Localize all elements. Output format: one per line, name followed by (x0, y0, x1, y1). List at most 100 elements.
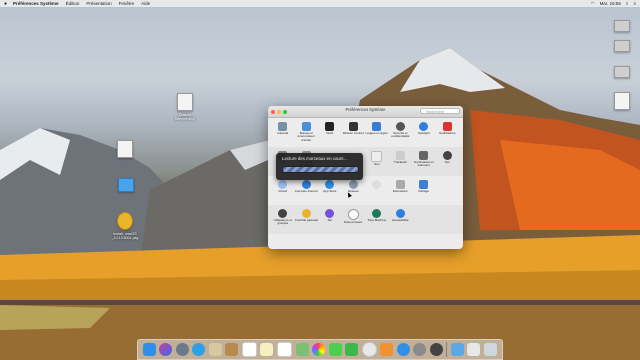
pref-label: Imprimantes et scanners (413, 160, 434, 168)
prefs-section-4: Utilisateurs et groupes Contrôle parenta… (268, 205, 463, 234)
pref-label: Accessibilité (391, 218, 409, 222)
ibooks-icon[interactable] (380, 343, 394, 356)
at-icon (301, 180, 311, 189)
pref-label: Dock (326, 131, 334, 135)
desktop-icon (301, 122, 311, 131)
prefs-section-3: iCloud Comptes Internet App Store Réseau… (268, 176, 463, 205)
safari-icon[interactable] (192, 343, 206, 356)
house-lock-icon (395, 122, 405, 131)
pref-label: Partage (418, 189, 429, 193)
app-store-icon[interactable] (396, 343, 410, 356)
document-icon (177, 93, 193, 111)
pref-date-time[interactable]: Date et heure (342, 207, 366, 232)
clock-icon (347, 209, 359, 220)
pref-spotlight[interactable]: Spotlight (412, 120, 436, 145)
notes-icon[interactable] (260, 343, 274, 356)
downloads-icon[interactable] (467, 343, 481, 356)
pref-app-store[interactable]: App Store (318, 178, 342, 203)
pref-internet-accounts[interactable]: Comptes Internet (295, 178, 319, 203)
pref-label: Date et heure (344, 220, 363, 224)
globe-icon (348, 180, 358, 189)
pref-label: Mission Control (342, 131, 364, 135)
general-icon (278, 122, 288, 131)
pref-trackpad[interactable]: Trackpad (389, 149, 413, 174)
utility-icon[interactable] (429, 343, 443, 356)
pref-language[interactable]: Langue et région (365, 120, 389, 145)
desktop-doc-right[interactable] (602, 92, 640, 110)
menu-window[interactable]: Fenêtre (119, 1, 135, 6)
pref-label: Son (444, 160, 450, 164)
desktop-file-doc[interactable] (105, 140, 145, 158)
menu-view[interactable]: Présentation (86, 1, 111, 6)
pref-parental[interactable]: Contrôle parental (295, 207, 319, 232)
pref-label: Comptes Internet (294, 189, 318, 193)
dock-separator (446, 342, 448, 357)
window-titlebar[interactable]: Préférences Système Rechercher (268, 106, 463, 118)
desktop-disk-3[interactable] (602, 66, 640, 78)
siri-icon (325, 209, 335, 218)
menu-help[interactable]: Aide (141, 1, 150, 6)
menu-bar: ● Préférences Système Édition Présentati… (0, 0, 640, 7)
pref-general[interactable]: Général (271, 120, 295, 145)
launchpad-icon[interactable] (175, 343, 189, 356)
desktop-file-dmg[interactable]: Dossier Décrypt.dmg (165, 93, 205, 121)
pref-users[interactable]: Utilisateurs et groupes (271, 207, 295, 232)
pref-accessibility[interactable]: Accessibilité (389, 207, 413, 232)
mail-icon[interactable] (208, 343, 222, 356)
menu-edit[interactable]: Édition (66, 1, 80, 6)
pref-desktop[interactable]: Bureau et économiseur d'écran (295, 120, 319, 145)
pref-sharing[interactable]: Partage (412, 178, 436, 203)
pref-network[interactable]: Réseau (342, 178, 366, 203)
pref-mission-control[interactable]: Mission Control (342, 120, 366, 145)
dock (137, 339, 503, 360)
list-icon[interactable]: ≡ (633, 1, 636, 6)
contacts-icon[interactable] (225, 343, 239, 356)
siri-icon[interactable] (159, 343, 173, 356)
pref-sound-2[interactable]: Son (436, 149, 460, 174)
notifications-icon (442, 122, 452, 131)
disk-icon (614, 40, 630, 52)
disk-icon (614, 66, 630, 78)
desktop-folder[interactable] (106, 178, 146, 192)
pref-label: Utilisateurs et groupes (273, 218, 292, 226)
pref-notifications[interactable]: Notifications (436, 120, 460, 145)
apple-menu-icon[interactable]: ● (4, 1, 7, 7)
pref-time-machine[interactable]: Time Machine (365, 207, 389, 232)
pref-label: Sécurité et confidentialité (391, 131, 410, 139)
search-field[interactable]: Rechercher (420, 108, 460, 114)
pref-siri[interactable]: Siri (318, 207, 342, 232)
speaker-icon (442, 151, 452, 160)
pref-label: Extensions (392, 189, 408, 193)
pref-bluetooth[interactable] (365, 178, 389, 203)
facetime-icon[interactable] (345, 343, 359, 356)
folder-icon (118, 178, 134, 192)
pref-extensions[interactable]: Extensions (389, 178, 413, 203)
pref-label: Bureau et économiseur d'écran (297, 131, 315, 142)
package-icon (117, 212, 133, 230)
pref-icloud[interactable]: iCloud (271, 178, 295, 203)
search-icon[interactable]: ⌕ (626, 1, 629, 6)
reminders-icon[interactable] (277, 342, 293, 357)
pref-label: Spotlight (417, 131, 430, 135)
system-preferences-icon[interactable] (413, 343, 427, 356)
finder-icon[interactable] (142, 343, 156, 356)
photos-icon[interactable] (312, 343, 326, 356)
menu-app-name[interactable]: Préférences Système (13, 1, 59, 6)
trash-icon[interactable] (483, 343, 497, 356)
wifi-icon[interactable]: ◠ (591, 1, 595, 7)
pref-dock[interactable]: Dock (318, 120, 342, 145)
desktop-disk-1[interactable] (602, 20, 640, 32)
calendar-icon[interactable] (241, 342, 257, 357)
pref-security[interactable]: Sécurité et confidentialité (389, 120, 413, 145)
menu-clock[interactable]: Mar. 16:56 (600, 1, 621, 6)
spotlight-icon (419, 122, 429, 131)
desktop-installer[interactable]: Install_macOS _10.13.6001.pkg (105, 212, 145, 240)
desktop-disk-2[interactable] (602, 40, 640, 52)
pref-sound[interactable]: Son (365, 149, 389, 174)
folder-icon[interactable] (450, 343, 464, 356)
itunes-icon[interactable] (361, 342, 377, 357)
document-icon (614, 92, 630, 110)
maps-icon[interactable] (295, 343, 309, 356)
pref-printers[interactable]: Imprimantes et scanners (412, 149, 436, 174)
messages-icon[interactable] (328, 343, 342, 356)
